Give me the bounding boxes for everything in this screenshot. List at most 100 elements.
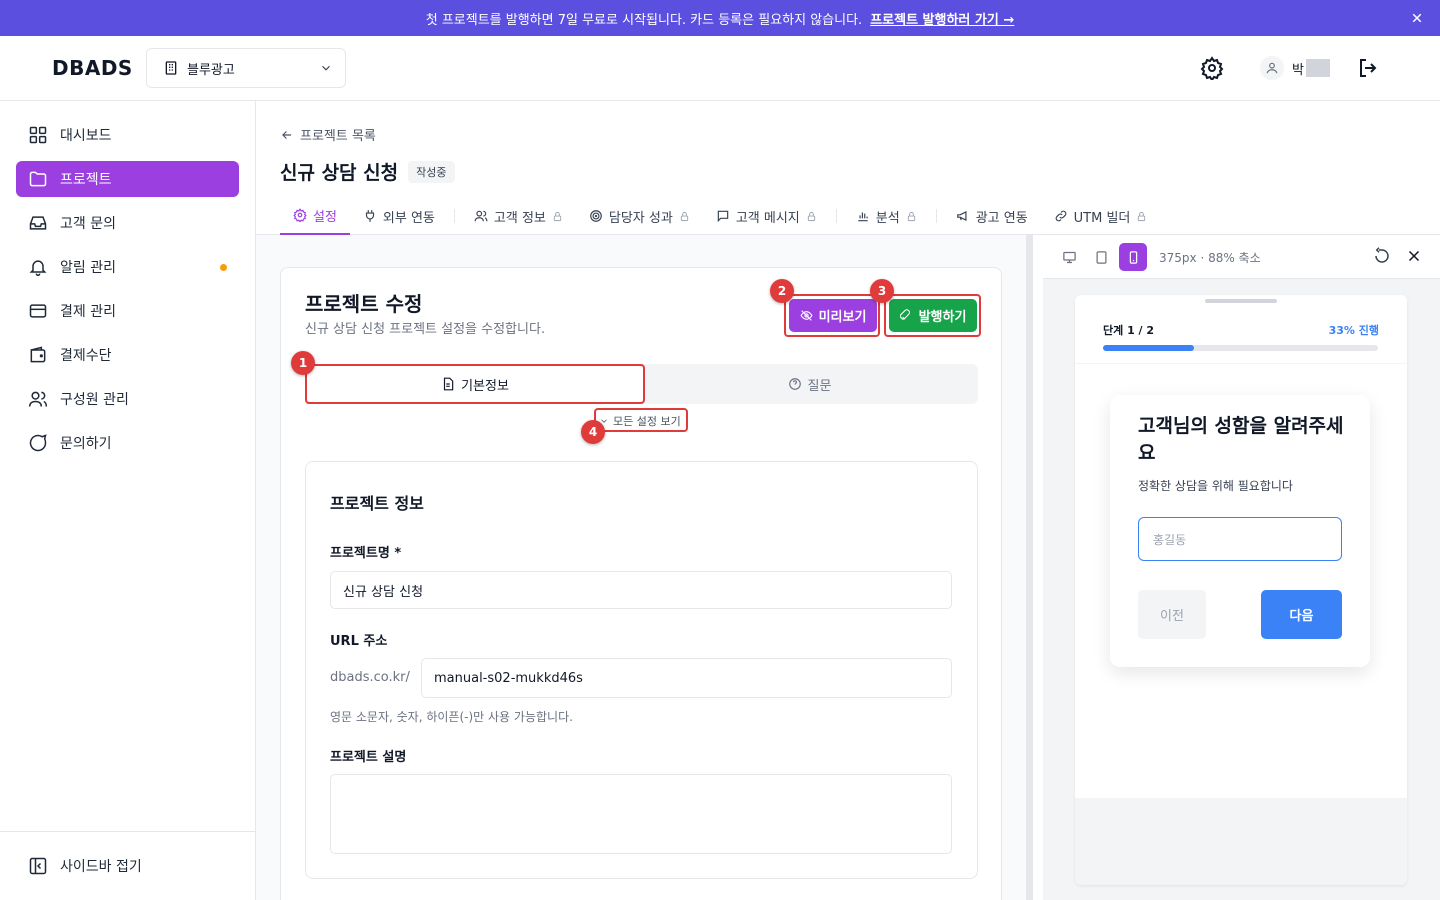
phone-footer-area [1075, 798, 1407, 885]
users-icon [28, 391, 48, 407]
monitor-icon [1062, 251, 1076, 263]
sidebar-item-notifications[interactable]: 알림 관리 [16, 249, 239, 285]
progress-bar [1103, 345, 1378, 351]
sidebar-item-inquiries[interactable]: 고객 문의 [16, 205, 239, 241]
show-all-settings-toggle[interactable]: 모든 설정 보기 [599, 413, 681, 429]
dashboard-icon [29, 126, 47, 144]
chevron-down-icon [322, 65, 330, 71]
logout-icon[interactable] [1356, 56, 1380, 80]
avatar [1260, 56, 1284, 80]
tab-label: 외부 연동 [382, 210, 435, 226]
app-logo[interactable]: DBADS [52, 56, 133, 80]
rocket-icon [899, 309, 910, 320]
workspace-name: 블루광고 [187, 62, 235, 78]
tab-basic-info[interactable]: 기본정보 [307, 366, 643, 402]
sidebar-item-members[interactable]: 구성원 관리 [16, 381, 239, 417]
panel-resize-handle[interactable] [1026, 235, 1033, 900]
sidebar-footer: 사이드바 접기 [0, 831, 255, 900]
arrow-left-icon [282, 130, 292, 139]
plug-icon [365, 210, 375, 222]
tab-settings[interactable]: 설정 [280, 197, 350, 235]
sidebar-item-contact[interactable]: 문의하기 [16, 425, 239, 461]
sidebar-item-label: 대시보드 [60, 128, 112, 144]
description-label: 프로젝트 설명 [330, 750, 407, 765]
progress-percent: 33% 진행 [1328, 324, 1379, 337]
sidebar-item-label: 고객 문의 [60, 216, 116, 232]
eye-off-icon [800, 310, 813, 321]
tab-separator [835, 209, 837, 223]
tab-agent-performance[interactable]: 담당자 성과 [576, 197, 703, 235]
sidebar-item-label: 구성원 관리 [60, 392, 129, 408]
link-icon [1055, 210, 1066, 222]
building-icon [165, 61, 177, 75]
notification-dot [220, 264, 227, 271]
tab-customer-info[interactable]: 고객 정보 [461, 197, 576, 235]
publish-button[interactable]: 발행하기 [889, 299, 977, 332]
user-menu[interactable]: 박 [1260, 56, 1330, 80]
phone-notch [1205, 299, 1277, 303]
project-name-input[interactable]: 신규 상담 신청 [330, 571, 952, 609]
sidebar-item-dashboard[interactable]: 대시보드 [16, 117, 239, 153]
mobile-preview-frame: 단계 1 / 2 33% 진행 고객님의 성함을 알려주세요 정확한 상담을 위… [1075, 295, 1407, 885]
sidebar: 대시보드 프로젝트 고객 문의 알림 관리 결제 관리 결제수단 구성원 관리 … [0, 101, 256, 900]
sidebar-item-label: 문의하기 [60, 436, 112, 452]
tab-utm-builder[interactable]: UTM 빌더 [1041, 197, 1161, 235]
tab-analytics[interactable]: 분석 [843, 197, 930, 235]
url-label: URL 주소 [330, 634, 388, 649]
device-tablet-button[interactable] [1087, 243, 1115, 271]
user-icon [1266, 62, 1278, 74]
section-title: 프로젝트 정보 [330, 494, 424, 513]
tab-integrations[interactable]: 외부 연동 [350, 197, 448, 235]
sidebar-item-billing[interactable]: 결제 관리 [16, 293, 239, 329]
bell-icon [29, 260, 47, 277]
refresh-icon[interactable] [1373, 247, 1391, 265]
users-icon [474, 210, 488, 222]
sidebar-item-projects[interactable]: 프로젝트 [16, 161, 239, 197]
sidebar-item-payment-methods[interactable]: 결제수단 [16, 337, 239, 373]
sidebar-item-label: 알림 관리 [60, 260, 116, 276]
tab-questions[interactable]: 질문 [643, 366, 976, 402]
promo-banner: 첫 프로젝트를 발행하면 7일 무료로 시작됩니다. 카드 등록은 필요하지 않… [0, 0, 1440, 36]
banner-text: 첫 프로젝트를 발행하면 7일 무료로 시작됩니다. 카드 등록은 필요하지 않… [425, 12, 863, 28]
show-all-label: 모든 설정 보기 [613, 415, 681, 428]
tablet-icon [1096, 250, 1106, 264]
lock-icon [553, 211, 562, 221]
tab-label: 광고 연동 [975, 210, 1028, 226]
back-label: 프로젝트 목록 [300, 129, 376, 144]
question-card: 고객님의 성함을 알려주세요 정확한 상담을 위해 필요합니다 홍길동 이전 다… [1110, 395, 1370, 667]
folder-icon [29, 171, 47, 187]
tab-label: 고객 메시지 [735, 210, 800, 226]
redacted-name [1305, 59, 1330, 77]
tab-ad-integration[interactable]: 광고 연동 [943, 197, 1041, 235]
name-input[interactable]: 홍길동 [1138, 517, 1342, 561]
credit-card-icon [29, 304, 47, 318]
preview-panel: 375px · 88% 축소 단계 1 / 2 33% 진행 고객님의 성함을 … [1043, 235, 1440, 900]
tab-customer-messages[interactable]: 고객 메시지 [703, 197, 830, 235]
annotation-marker: 3 [870, 279, 894, 303]
workspace-selector[interactable]: 블루광고 [146, 48, 346, 88]
sidebar-collapse-label: 사이드바 접기 [60, 859, 142, 875]
close-icon[interactable] [1408, 9, 1426, 27]
device-desktop-button[interactable] [1055, 243, 1083, 271]
banner-link[interactable]: 프로젝트 발행하러 가기 → [870, 9, 1014, 28]
description-textarea[interactable] [330, 774, 952, 854]
settings-gear-icon[interactable] [1200, 56, 1224, 80]
sidebar-collapse-button[interactable]: 사이드바 접기 [16, 848, 239, 884]
megaphone-icon [956, 210, 967, 222]
lock-icon [680, 211, 688, 221]
project-info-section: 프로젝트 정보 프로젝트명 * 신규 상담 신청 URL 주소 dbads.co… [305, 461, 978, 879]
prev-button[interactable]: 이전 [1138, 590, 1206, 639]
url-prefix: dbads.co.kr/ [330, 670, 410, 685]
annotation-marker: 2 [770, 279, 794, 303]
status-badge: 작성중 [408, 160, 455, 183]
preview-toolbar: 375px · 88% 축소 [1043, 235, 1440, 279]
url-slug-input[interactable]: manual-s02-mukkd46s [421, 658, 952, 698]
preview-button[interactable]: 미리보기 [789, 299, 877, 332]
back-link[interactable]: 프로젝트 목록 [280, 125, 376, 144]
device-mobile-button[interactable] [1119, 243, 1147, 271]
next-button[interactable]: 다음 [1261, 590, 1342, 639]
close-icon[interactable] [1405, 247, 1423, 265]
sidebar-collapse-icon [29, 857, 47, 875]
chat-icon [29, 434, 47, 452]
question-circle-icon [788, 378, 801, 390]
